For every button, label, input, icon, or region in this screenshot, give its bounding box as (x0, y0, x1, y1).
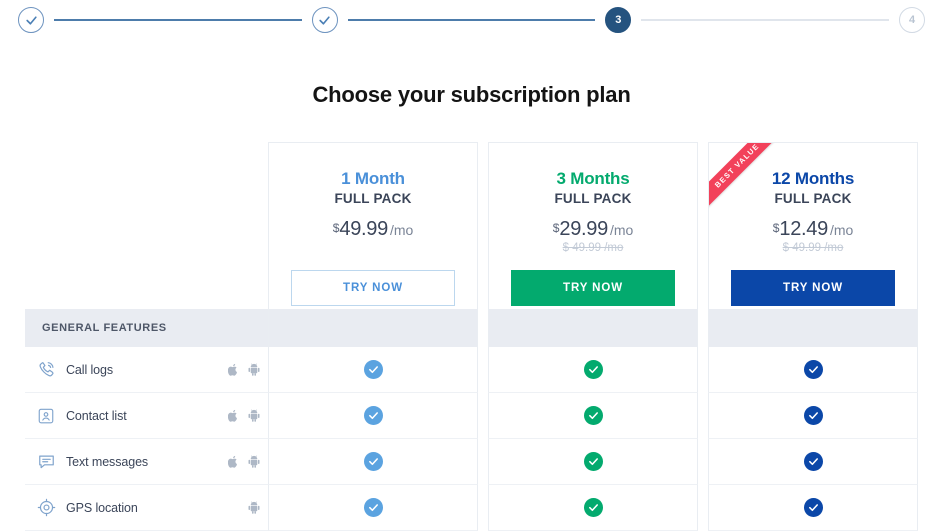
stepper-node-label: 3 (615, 14, 621, 26)
check-icon (364, 360, 383, 379)
plan-columns: 1 MonthFULL PACK$49.99/moTRY NOW3 Months… (268, 142, 918, 531)
plan-column-1: 1 Month FULL PACK $49.99/mo TRY NOW (268, 142, 478, 531)
feature-cell (488, 347, 698, 393)
feature-row: GPS location (25, 485, 268, 531)
plan-comparison: GENERAL FEATURES Call logs Contact list Te… (0, 142, 943, 531)
apple-icon (228, 409, 239, 422)
stepper-connector-1 (54, 19, 302, 21)
plan-name: 3 Months (511, 169, 675, 189)
check-icon (25, 14, 38, 27)
feature-cell (488, 485, 698, 531)
stepper-node-1[interactable] (18, 7, 44, 33)
feature-cell (708, 439, 918, 485)
try-now-button-3[interactable]: TRY NOW (731, 270, 895, 306)
plan-column-3: BEST VALUE12 MonthsFULL PACK$12.49/mo$ 4… (708, 142, 918, 531)
feature-cell (708, 485, 918, 531)
page-title: Choose your subscription plan (0, 82, 943, 108)
plan-card-1[interactable]: 1 Month FULL PACK $49.99/mo TRY NOW (268, 142, 478, 309)
try-now-button-2[interactable]: TRY NOW (511, 270, 675, 306)
platform-icons (222, 409, 260, 422)
check-icon (804, 406, 823, 425)
android-icon (248, 363, 260, 376)
feature-label: Text messages (57, 455, 222, 469)
check-icon (584, 360, 603, 379)
apple-icon (228, 363, 239, 376)
progress-stepper: 34 (0, 0, 943, 40)
plan-name: 1 Month (291, 169, 455, 189)
check-icon (318, 14, 331, 27)
stepper-node-4[interactable]: 4 (899, 7, 925, 33)
plan-old-price: $ 49.99 /mo (511, 242, 675, 256)
phone-call-icon (35, 359, 57, 381)
feature-row: Call logs (25, 347, 268, 393)
plan-old-price (291, 242, 455, 256)
price-period: /mo (390, 222, 413, 238)
plan-old-price: $ 49.99 /mo (731, 242, 895, 256)
check-icon (364, 452, 383, 471)
contact-card-icon (35, 405, 57, 427)
feature-cell (268, 485, 478, 531)
price-period: /mo (830, 222, 853, 238)
plan-card-3[interactable]: BEST VALUE12 MonthsFULL PACK$12.49/mo$ 4… (708, 142, 918, 309)
feature-list-column: GENERAL FEATURES Call logs Contact list Te… (25, 142, 268, 531)
feature-cell (488, 393, 698, 439)
feature-section-band (268, 309, 478, 347)
feature-row: Contact list (25, 393, 268, 439)
check-icon (584, 406, 603, 425)
feature-cell (268, 439, 478, 485)
feature-label: Contact list (57, 409, 222, 423)
plan-column-2: 3 Months FULL PACK $29.99/mo$ 49.99 /mo TRY… (488, 142, 698, 531)
message-bubble-icon (35, 451, 57, 473)
stepper-node-label: 4 (909, 14, 915, 26)
plan-card-2[interactable]: 3 Months FULL PACK $29.99/mo$ 49.99 /mo TRY… (488, 142, 698, 309)
check-icon (804, 452, 823, 471)
price-amount: 29.99 (559, 218, 608, 240)
stepper-node-3[interactable]: 3 (605, 7, 631, 33)
price-period: /mo (610, 222, 633, 238)
features-section-header: GENERAL FEATURES (25, 309, 268, 347)
plan-price: $29.99/mo (511, 218, 675, 241)
platform-icons (222, 455, 260, 468)
stepper-connector-2 (348, 19, 596, 21)
feature-cell (708, 393, 918, 439)
plan-price: $12.49/mo (731, 218, 895, 241)
check-icon (584, 452, 603, 471)
plan-name: 12 Months (731, 169, 895, 189)
feature-cell (708, 347, 918, 393)
price-amount: 49.99 (339, 218, 388, 240)
stepper-node-2[interactable] (312, 7, 338, 33)
check-icon (364, 406, 383, 425)
plan-subtitle: FULL PACK (511, 191, 675, 206)
price-amount: 12.49 (779, 218, 828, 240)
check-icon (804, 360, 823, 379)
apple-icon (228, 455, 239, 468)
feature-label: Call logs (57, 363, 222, 377)
feature-section-band (488, 309, 698, 347)
android-icon (248, 455, 260, 468)
feature-cell (488, 439, 698, 485)
feature-section-band (708, 309, 918, 347)
plan-subtitle: FULL PACK (291, 191, 455, 206)
plan-subtitle: FULL PACK (731, 191, 895, 206)
plan-price: $49.99/mo (291, 218, 455, 241)
feature-cell (268, 393, 478, 439)
android-icon (248, 409, 260, 422)
stepper-connector-3 (641, 19, 889, 21)
feature-cell (268, 347, 478, 393)
try-now-button-1[interactable]: TRY NOW (291, 270, 455, 306)
feature-row: Text messages (25, 439, 268, 485)
platform-icons (222, 363, 260, 376)
